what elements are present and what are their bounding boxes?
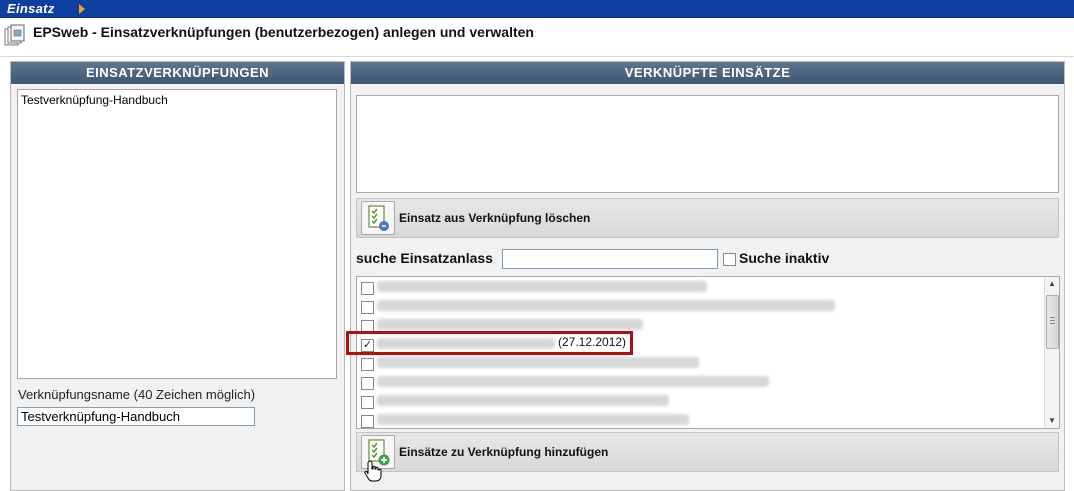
hand-cursor-icon xyxy=(364,460,382,482)
menu-arrow-icon[interactable] xyxy=(79,4,85,14)
link-list-panel: EINSATZVERKNÜPFUNGEN Testverknüpfung-Han… xyxy=(10,61,345,491)
documents-icon xyxy=(4,24,25,46)
list-item[interactable] xyxy=(357,410,1045,428)
selection-highlight xyxy=(346,331,633,355)
row-checkbox[interactable] xyxy=(361,301,374,314)
top-navigation-bar: Einsatz xyxy=(0,0,1074,18)
list-item[interactable] xyxy=(357,353,1045,372)
linked-operations-listbox[interactable] xyxy=(356,95,1059,193)
redacted-entry xyxy=(377,376,769,387)
redacted-entry xyxy=(377,395,669,406)
redacted-entry xyxy=(377,300,835,311)
delete-from-link-button[interactable]: Einsatz aus Verknüpfung löschen xyxy=(399,211,590,225)
row-checkbox[interactable] xyxy=(361,396,374,409)
page-title: EPSweb - Einsatzverknüpfungen (benutzerb… xyxy=(33,24,534,40)
redacted-entry xyxy=(377,357,699,368)
linked-operations-header: VERKNÜPFTE EINSÄTZE xyxy=(351,62,1064,84)
list-item[interactable] xyxy=(357,372,1045,391)
redacted-entry xyxy=(377,281,707,292)
list-item[interactable] xyxy=(357,296,1045,315)
list-item[interactable]: Testverknüpfung-Handbuch xyxy=(21,93,168,107)
add-to-link-button[interactable]: Einsätze zu Verknüpfung hinzufügen xyxy=(399,445,608,459)
result-list-scrollbar[interactable]: ▲ ▼ xyxy=(1044,277,1059,428)
scrollbar-thumb[interactable] xyxy=(1046,295,1059,349)
search-input[interactable] xyxy=(502,249,718,269)
link-list-header: EINSATZVERKNÜPFUNGEN xyxy=(11,62,344,84)
row-checkbox[interactable] xyxy=(361,377,374,390)
delete-list-icon[interactable] xyxy=(361,201,395,235)
brand-label[interactable]: Einsatz xyxy=(7,1,55,16)
delete-from-link-bar: Einsatz aus Verknüpfung löschen xyxy=(356,198,1059,238)
page-header: EPSweb - Einsatzverknüpfungen (benutzerb… xyxy=(0,18,1074,57)
row-checkbox[interactable] xyxy=(361,358,374,371)
row-checkbox[interactable] xyxy=(361,415,374,428)
search-inactive-checkbox[interactable] xyxy=(723,253,736,266)
redacted-entry xyxy=(377,414,689,425)
row-checkbox[interactable] xyxy=(361,282,374,295)
search-label: suche Einsatzanlass xyxy=(356,250,493,266)
search-inactive-label: Suche inaktiv xyxy=(739,250,830,266)
link-name-input[interactable] xyxy=(17,407,255,426)
add-to-link-bar: Einsätze zu Verknüpfung hinzufügen xyxy=(356,432,1059,472)
scroll-up-icon[interactable]: ▲ xyxy=(1045,277,1059,291)
link-listbox[interactable]: Testverknüpfung-Handbuch xyxy=(17,89,337,379)
redacted-entry xyxy=(377,319,643,330)
scroll-down-icon[interactable]: ▼ xyxy=(1045,414,1059,428)
link-name-label: Verknüpfungsname (40 Zeichen möglich) xyxy=(18,387,256,402)
list-item[interactable] xyxy=(357,277,1045,296)
list-item[interactable] xyxy=(357,391,1045,410)
linked-operations-panel: VERKNÜPFTE EINSÄTZE Einsatz aus Verknüpf… xyxy=(350,61,1065,491)
